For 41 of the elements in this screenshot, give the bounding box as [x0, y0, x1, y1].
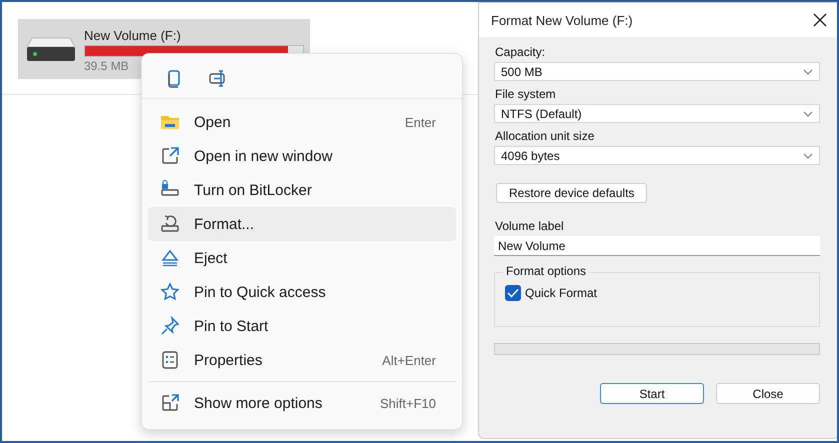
menu-item[interactable]: Turn on BitLocker: [148, 173, 456, 207]
close-icon[interactable]: [812, 12, 828, 28]
external-link-icon: [160, 146, 180, 166]
shortcut-hint: Shift+F10: [380, 396, 436, 410]
dropdown[interactable]: 4096 bytes: [494, 146, 820, 165]
field-label: Allocation unit size: [495, 129, 596, 143]
field-label: Volume label: [495, 219, 565, 233]
properties-icon: [160, 350, 180, 370]
chevron-down-icon: [803, 68, 813, 74]
free-space: 39.5 MB: [84, 58, 130, 72]
close-button[interactable]: Close: [716, 383, 820, 404]
field-label: Capacity:: [495, 45, 546, 59]
menu-item[interactable]: Properties Alt+Enter: [148, 343, 456, 377]
format-drive-icon: [160, 214, 180, 234]
volume-label-field[interactable]: New Volume: [494, 236, 820, 256]
expand-icon: [160, 393, 180, 413]
menu-item[interactable]: Show more options Shift+F10: [148, 386, 456, 420]
checkbox[interactable]: [505, 285, 521, 301]
field-label: File system: [495, 87, 557, 101]
star-icon: [160, 282, 180, 302]
shortcut-hint: Enter: [404, 114, 436, 130]
window-title: Format New Volume (F:): [491, 12, 633, 28]
drive-name: New Volume (F:): [84, 28, 182, 42]
pin-icon: [160, 316, 180, 336]
menu-item[interactable]: Open in new window: [148, 139, 456, 173]
drive-icon: [26, 36, 76, 62]
eject-icon: [160, 248, 180, 268]
group-title: Format options: [503, 264, 590, 278]
menu-item[interactable]: Format...: [148, 207, 456, 241]
restore-defaults-button[interactable]: Restore device defaults: [496, 183, 648, 203]
start-button[interactable]: Start: [600, 383, 704, 404]
chevron-down-icon: [803, 110, 813, 116]
dropdown[interactable]: NTFS (Default): [494, 104, 820, 123]
shortcut-hint: Alt+Enter: [382, 352, 436, 368]
menu-item[interactable]: Pin to Start: [148, 309, 456, 343]
dropdown[interactable]: 500 MB: [494, 62, 820, 81]
chevron-down-icon: [803, 152, 813, 158]
menu-item[interactable]: Eject: [148, 241, 456, 275]
menu-item[interactable]: Open Enter: [148, 105, 456, 139]
checkbox-label: Quick Format: [525, 286, 598, 300]
menu-item[interactable]: Pin to Quick access: [148, 275, 456, 309]
